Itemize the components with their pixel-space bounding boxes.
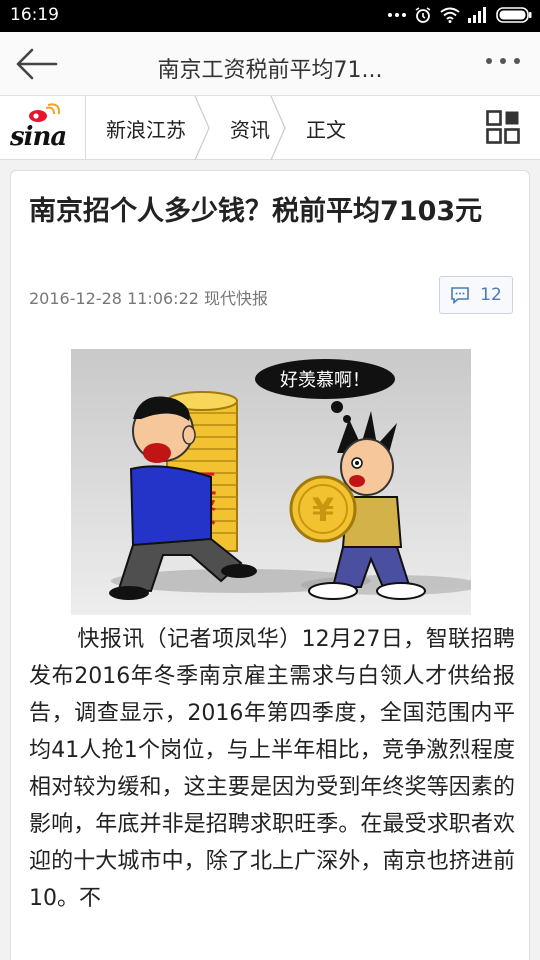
breadcrumb-label: 资讯 <box>230 117 270 142</box>
signal-icon <box>468 7 486 23</box>
breadcrumb-label: 新浪江苏 <box>106 117 186 142</box>
breadcrumb-item-news[interactable]: 资讯 <box>210 96 286 160</box>
breadcrumb-label: 正文 <box>306 117 346 142</box>
article-card: 南京招个人多少钱？税前平均7103元 2016-12-28 11:06:22 现… <box>10 170 530 960</box>
article-body: 快报讯（记者项凤华）12月27日，智联招聘发布2016年冬季南京雇主需求与白领人… <box>29 621 515 917</box>
article-headline: 南京招个人多少钱？税前平均7103元 <box>29 196 483 227</box>
chevron-separator-icon <box>270 96 286 160</box>
wifi-icon <box>440 7 460 23</box>
comment-bubble-icon <box>451 287 469 304</box>
article-meta: 2016-12-28 11:06:22 现代快报 <box>29 285 268 309</box>
grid-menu-icon[interactable] <box>486 110 520 144</box>
page-title: 南京工资税前平均71... <box>157 58 383 83</box>
article-datetime: 2016-12-28 11:06:22 <box>29 289 199 308</box>
yuan-coin-symbol: ¥ <box>312 491 334 529</box>
status-bar: 16:19 <box>0 0 540 32</box>
speech-bubble-text: 好羡慕啊！ <box>280 370 370 391</box>
alarm-icon <box>415 7 431 23</box>
article-body-text: 快报讯（记者项凤华）12月27日，智联招聘发布2016年冬季南京雇主需求与白领人… <box>29 627 515 911</box>
comment-count-button[interactable]: 12 <box>439 276 513 314</box>
battery-icon <box>496 7 532 23</box>
breadcrumb-item-jiangsu[interactable]: 新浪江苏 <box>86 96 210 160</box>
status-time: 16:19 <box>10 5 59 25</box>
notification-dots-icon <box>388 13 406 17</box>
back-arrow-icon[interactable] <box>14 46 58 82</box>
sina-wordmark: sina <box>10 122 67 152</box>
status-icons <box>388 6 532 24</box>
more-options-icon[interactable] <box>486 58 520 64</box>
sina-logo[interactable]: sina <box>0 96 86 160</box>
article-source: 现代快报 <box>204 289 269 308</box>
chevron-separator-icon <box>194 96 210 160</box>
channel-nav-bar: sina 新浪江苏 资讯 正文 <box>0 96 540 160</box>
breadcrumb: 新浪江苏 资讯 正文 <box>86 96 366 160</box>
breadcrumb-item-article: 正文 <box>286 96 366 160</box>
article-illustration: 好羡慕啊！ 工资 <box>71 349 471 615</box>
title-bar: 南京工资税前平均71... <box>0 32 540 96</box>
comment-count: 12 <box>480 285 502 305</box>
